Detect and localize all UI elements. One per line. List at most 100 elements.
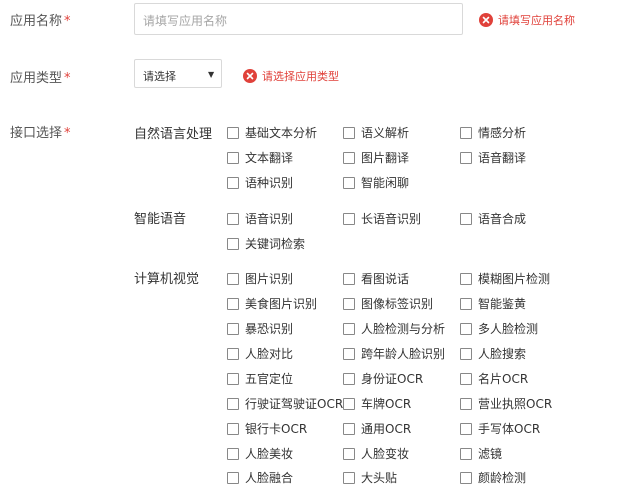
checkbox-item[interactable]: 人脸对比 [227, 345, 293, 362]
checkbox-box[interactable] [460, 372, 472, 385]
checkbox-box[interactable] [343, 272, 355, 285]
checkbox-box[interactable] [343, 347, 355, 360]
checkbox-item[interactable]: 人脸检测与分析 [343, 320, 445, 337]
checkbox-label: 颜龄检测 [478, 471, 527, 485]
checkbox-box[interactable] [227, 447, 239, 460]
checkbox-label: 通用OCR [361, 422, 412, 436]
checkbox-item[interactable]: 暴恐识别 [227, 320, 293, 337]
checkbox-item[interactable]: 五官定位 [227, 370, 293, 387]
checkbox-box[interactable] [460, 297, 472, 310]
checkbox-box[interactable] [343, 297, 355, 310]
checkbox-box[interactable] [343, 471, 355, 484]
checkbox-box[interactable] [227, 176, 239, 189]
checkbox-box[interactable] [460, 422, 472, 435]
checkbox-item[interactable]: 图片翻译 [343, 149, 409, 166]
checkbox-item[interactable]: 语音识别 [227, 210, 293, 227]
checkbox-box[interactable] [460, 471, 472, 484]
checkbox-item[interactable]: 图片识别 [227, 270, 293, 287]
checkbox-item[interactable]: 人脸变妆 [343, 445, 409, 462]
checkbox-item[interactable]: 基础文本分析 [227, 124, 317, 141]
checkbox-box[interactable] [227, 372, 239, 385]
checkbox-box[interactable] [343, 397, 355, 410]
checkbox-box[interactable] [227, 272, 239, 285]
required-star: * [64, 71, 71, 86]
checkbox-item[interactable]: 情感分析 [460, 124, 526, 141]
checkbox-item[interactable]: 通用OCR [343, 420, 411, 437]
checkbox-item[interactable]: 多人脸检测 [460, 320, 538, 337]
checkbox-box[interactable] [227, 212, 239, 225]
checkbox-box[interactable] [227, 322, 239, 335]
checkbox-item[interactable]: 营业执照OCR [460, 395, 552, 412]
checkbox-item[interactable]: 看图说话 [343, 270, 409, 287]
checkbox-box[interactable] [343, 447, 355, 460]
checkbox-label: 人脸搜索 [478, 347, 527, 361]
checkbox-box[interactable] [460, 151, 472, 164]
checkbox-item[interactable]: 人脸融合 [227, 469, 293, 486]
app-name-input[interactable]: 请填写应用名称 [134, 3, 463, 35]
checkbox-item[interactable]: 颜龄检测 [460, 469, 526, 486]
checkbox-box[interactable] [343, 176, 355, 189]
checkbox-item[interactable]: 人脸美妆 [227, 445, 293, 462]
checkbox-label: 跨年龄人脸识别 [361, 347, 446, 361]
checkbox-label: 人脸检测与分析 [361, 322, 446, 336]
app-name-placeholder: 请填写应用名称 [143, 14, 228, 28]
checkbox-box[interactable] [460, 397, 472, 410]
checkbox-item[interactable]: 名片OCR [460, 370, 528, 387]
checkbox-box[interactable] [343, 372, 355, 385]
checkbox-box[interactable] [460, 347, 472, 360]
error-x-icon [243, 69, 257, 83]
checkbox-item[interactable]: 语义解析 [343, 124, 409, 141]
checkbox-item[interactable]: 美食图片识别 [227, 295, 317, 312]
checkbox-box[interactable] [227, 397, 239, 410]
checkbox-item[interactable]: 语种识别 [227, 174, 293, 191]
checkbox-label: 人脸对比 [245, 347, 294, 361]
checkbox-item[interactable]: 银行卡OCR [227, 420, 307, 437]
checkbox-label: 手写体OCR [478, 422, 541, 436]
checkbox-item[interactable]: 大头贴 [343, 469, 397, 486]
api-select-label-text: 接口选择 [10, 126, 63, 141]
checkbox-label: 看图说话 [361, 272, 410, 286]
checkbox-item[interactable]: 人脸搜索 [460, 345, 526, 362]
app-name-label-text: 应用名称 [10, 14, 63, 29]
checkbox-item[interactable]: 智能闲聊 [343, 174, 409, 191]
checkbox-item[interactable]: 语音翻译 [460, 149, 526, 166]
app-type-error-text: 请选择应用类型 [262, 70, 339, 83]
checkbox-box[interactable] [460, 272, 472, 285]
checkbox-label: 关键词检索 [245, 237, 306, 251]
checkbox-item[interactable]: 长语音识别 [343, 210, 421, 227]
checkbox-item[interactable]: 模糊图片检测 [460, 270, 550, 287]
checkbox-box[interactable] [227, 347, 239, 360]
checkbox-label: 行驶证驾驶证OCR [245, 397, 344, 411]
checkbox-box[interactable] [227, 126, 239, 139]
checkbox-item[interactable]: 车牌OCR [343, 395, 411, 412]
checkbox-item[interactable]: 智能鉴黄 [460, 295, 526, 312]
checkbox-box[interactable] [343, 422, 355, 435]
checkbox-item[interactable]: 手写体OCR [460, 420, 540, 437]
checkbox-box[interactable] [343, 212, 355, 225]
checkbox-box[interactable] [460, 447, 472, 460]
checkbox-item[interactable]: 滤镜 [460, 445, 502, 462]
checkbox-item[interactable]: 跨年龄人脸识别 [343, 345, 445, 362]
checkbox-item[interactable]: 图像标签识别 [343, 295, 433, 312]
checkbox-box[interactable] [343, 151, 355, 164]
checkbox-label: 智能鉴黄 [478, 297, 527, 311]
error-x-icon [479, 13, 493, 27]
checkbox-box[interactable] [227, 471, 239, 484]
checkbox-box[interactable] [460, 322, 472, 335]
checkbox-box[interactable] [227, 151, 239, 164]
checkbox-box[interactable] [460, 212, 472, 225]
checkbox-box[interactable] [227, 422, 239, 435]
checkbox-box[interactable] [227, 297, 239, 310]
app-name-label: 应用名称 * [10, 10, 71, 29]
checkbox-item[interactable]: 关键词检索 [227, 235, 305, 252]
checkbox-item[interactable]: 语音合成 [460, 210, 526, 227]
checkbox-item[interactable]: 文本翻译 [227, 149, 293, 166]
checkbox-box[interactable] [343, 126, 355, 139]
checkbox-box[interactable] [460, 126, 472, 139]
checkbox-label: 五官定位 [245, 372, 294, 386]
checkbox-box[interactable] [343, 322, 355, 335]
checkbox-item[interactable]: 行驶证驾驶证OCR [227, 395, 343, 412]
app-type-select[interactable]: 请选择 ▼ [134, 59, 222, 88]
checkbox-box[interactable] [227, 237, 239, 250]
checkbox-item[interactable]: 身份证OCR [343, 370, 423, 387]
